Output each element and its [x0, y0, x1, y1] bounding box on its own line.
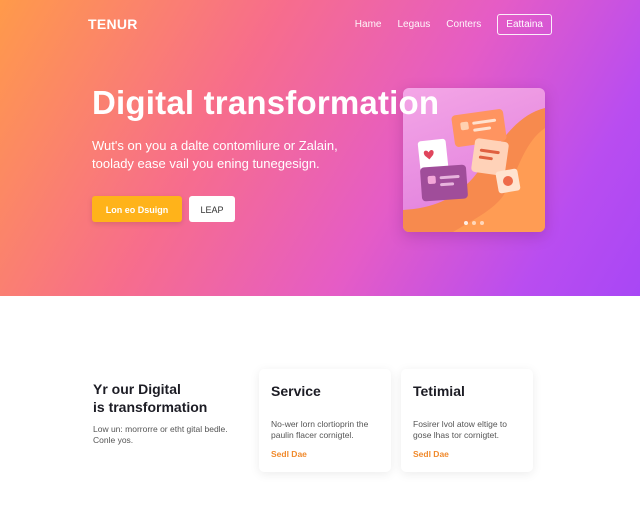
nav-cta-button[interactable]: Eattaina [497, 14, 552, 35]
card-title: Service [271, 383, 321, 399]
hero-title: Digital transformation [92, 84, 440, 121]
nav-link-home[interactable]: Hame [355, 19, 382, 30]
secondary-cta-button[interactable]: LEAP [189, 196, 235, 222]
card-service: Service No-wer lorn clortioprin the paul… [259, 369, 391, 472]
pin-icon [503, 176, 513, 186]
hero-subtitle: Wut's on you a dalte contomliure or Zala… [92, 138, 338, 171]
nav-link-conters[interactable]: Conters [446, 19, 481, 30]
intro-title-line-2: is transformation [93, 399, 208, 415]
card-link[interactable]: Sedl Dae [413, 449, 449, 459]
top-nav: Hame Legaus Conters Eattaina [355, 14, 552, 35]
carousel-dots [464, 221, 484, 225]
card-description: No-wer lorn clortioprin the paulin flace… [271, 419, 369, 440]
primary-cta-button[interactable]: Lon eo Dsuign [92, 196, 182, 222]
brand-logo[interactable]: TENUR [88, 16, 138, 32]
floating-card-bottom [420, 164, 468, 202]
carousel-dot[interactable] [480, 221, 484, 225]
intro-description: Low un: morrorre or etht gital bedle. Co… [93, 424, 228, 445]
floating-card-right [471, 138, 509, 176]
carousel-dot[interactable] [464, 221, 468, 225]
intro-section: Yr our Digital is transformation Low un:… [93, 380, 243, 446]
card-title: Tetimial [413, 383, 465, 399]
intro-title: Yr our Digital is transformation [93, 380, 243, 416]
carousel-dot[interactable] [472, 221, 476, 225]
card-testimonial: Tetimial Fosirer lvol atow eltige to gos… [401, 369, 533, 472]
card-link[interactable]: Sedl Dae [271, 449, 307, 459]
intro-title-line-1: Yr our Digital [93, 381, 181, 397]
nav-link-legaus[interactable]: Legaus [397, 19, 430, 30]
card-description: Fosirer lvol atow eltige to gose lhas to… [413, 419, 508, 440]
hero-section: TENUR Hame Legaus Conters Eattaina Digit… [0, 0, 640, 296]
floating-card-small [495, 168, 521, 194]
